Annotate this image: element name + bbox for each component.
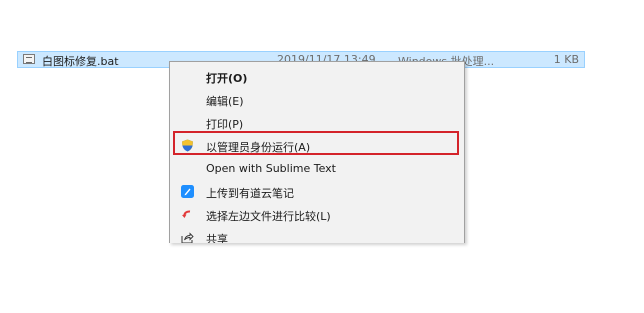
batch-file-icon [23, 54, 35, 64]
compare-icon [181, 208, 194, 221]
menu-item-label: 上传到有道云笔记 [206, 187, 294, 200]
menu-item-open[interactable]: 打开(O) [171, 66, 463, 87]
menu-item-run-as-admin[interactable]: 以管理员身份运行(A) [171, 135, 463, 156]
menu-item-open-sublime[interactable]: Open with Sublime Text [171, 158, 463, 179]
menu-item-youdao-upload[interactable]: 上传到有道云笔记 [171, 181, 463, 202]
menu-item-compare-left[interactable]: 选择左边文件进行比较(L) [171, 204, 463, 225]
uac-shield-icon [181, 139, 194, 152]
youdao-note-icon [181, 185, 194, 198]
menu-item-label: 以管理员身份运行(A) [206, 141, 311, 154]
file-size: 1 KB [553, 53, 579, 66]
menu-item-label: 选择左边文件进行比较(L) [206, 210, 331, 223]
menu-item-label: 打开(O) [206, 72, 248, 85]
share-icon [181, 231, 194, 243]
menu-item-label: 编辑(E) [206, 95, 244, 108]
menu-item-label: 打印(P) [206, 118, 244, 131]
menu-item-label: 共享 [206, 233, 228, 243]
menu-item-label: Open with Sublime Text [206, 162, 336, 175]
menu-item-print[interactable]: 打印(P) [171, 112, 463, 133]
menu-item-edit[interactable]: 编辑(E) [171, 89, 463, 110]
file-name: 白图标修复.bat [42, 55, 119, 68]
context-menu: 打开(O) 编辑(E) 打印(P) 以管理员身份运行(A) Open with … [169, 61, 465, 243]
explorer-view: 白图标修复.bat 2019/11/17 13:49 Windows 批处理..… [0, 0, 644, 313]
menu-item-share[interactable]: 共享 [171, 227, 463, 243]
